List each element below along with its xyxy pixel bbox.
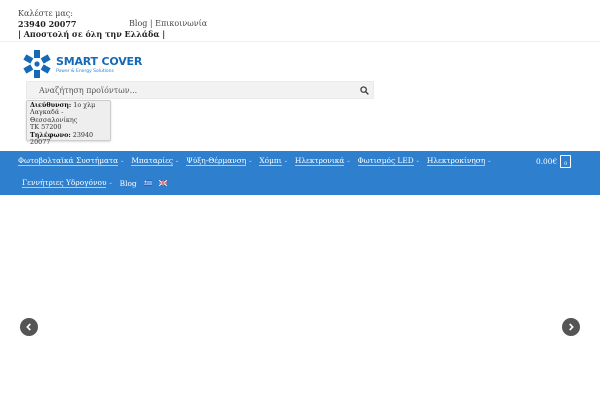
logo-name: SMART COVER: [56, 54, 143, 68]
nav-item-led-lighting[interactable]: Φωτισμός LED ⌄: [357, 156, 420, 166]
nav-item-label: Blog: [119, 178, 137, 188]
greek-flag-icon[interactable]: [143, 180, 152, 186]
search-icon: [360, 85, 369, 95]
site-logo[interactable]: SMART COVER Power & Energy Solutions: [22, 48, 158, 80]
address-box: Διεύθυνση: 1ο χλμ Λαγκαδά - Θεσσαλονίκης…: [26, 100, 111, 146]
chevron-down-icon: ⌄: [346, 158, 351, 164]
nav-item-label: Γεννήτριες Υδρογόνου: [22, 178, 107, 188]
nav-item-hydrogen-generators[interactable]: Γεννήτριες Υδρογόνου ⌄: [22, 178, 113, 188]
slider-next-button[interactable]: [562, 318, 580, 336]
chevron-left-icon: [26, 323, 31, 331]
chevron-down-icon: ⌄: [283, 158, 288, 164]
address-phone-part2: 20077: [30, 138, 51, 147]
nav-item-batteries[interactable]: Μπαταρίες ⌄: [131, 156, 179, 166]
logo-mark-icon: [23, 50, 51, 78]
nav-item-label: Ψύξη-Θέρμανση: [186, 156, 247, 166]
nav-item-blog[interactable]: Blog: [120, 179, 137, 188]
top-divider: [0, 41, 600, 42]
nav-item-label: Φωτισμός LED: [357, 156, 414, 166]
nav-item-electronics[interactable]: Ηλεκτρονικά ⌄: [294, 156, 351, 166]
contact-link[interactable]: Επικοινωνία: [155, 19, 207, 28]
chevron-down-icon: ⌄: [415, 158, 420, 164]
logo-tagline: Power & Energy Solutions: [56, 68, 114, 74]
nav-row-1: Φωτοβολταϊκά Συστήματα ⌄ Μπαταρίες ⌄ Ψύξη-…: [18, 156, 498, 166]
cart-count: 0: [564, 160, 568, 167]
address-phone-part1: 23940: [72, 130, 94, 139]
nav-item-label: Χόμπι: [259, 156, 282, 166]
search-button[interactable]: [356, 82, 373, 98]
address-line2: Λαγκαδά - Θεσσαλονίκης: [30, 108, 78, 124]
chevron-down-icon: ⌄: [175, 158, 180, 164]
shipping-notice: | Αποστολή σε όλη την Ελλάδα |: [18, 29, 166, 39]
blog-link[interactable]: Blog: [129, 19, 147, 28]
search-bar: [26, 81, 374, 99]
chevron-down-icon: ⌄: [487, 158, 492, 164]
link-separator: |: [147, 19, 156, 28]
call-label: Καλέστε μας:: [18, 9, 73, 18]
nav-item-label: Ηλεκτρονικά: [294, 156, 345, 166]
nav-item-label: Ηλεκτροκίνηση: [426, 156, 486, 166]
nav-item-label: Φωτοβολταϊκά Συστήματα: [18, 156, 119, 166]
address-line1: 1ο χλμ: [73, 101, 96, 109]
phone-number[interactable]: 23940 20077: [18, 19, 76, 29]
cart-total: 0.00€: [536, 156, 558, 166]
nav-item-cooling-heating[interactable]: Ψύξη-Θέρμανση ⌄: [186, 156, 252, 166]
search-input[interactable]: [27, 82, 357, 98]
cart-button[interactable]: 0.00€ 0: [536, 153, 572, 169]
cart-icon: 0: [560, 154, 572, 168]
chevron-down-icon: ⌄: [108, 180, 113, 186]
nav-item-label: Μπαταρίες: [131, 156, 174, 166]
nav-item-e-mobility[interactable]: Ηλεκτροκίνηση ⌄: [426, 156, 492, 166]
uk-flag-icon[interactable]: [158, 180, 167, 186]
chevron-down-icon: ⌄: [120, 158, 125, 164]
nav-item-hobby[interactable]: Χόμπι ⌄: [259, 156, 288, 166]
nav-row-2: Γεννήτριες Υδρογόνου ⌄ Blog: [22, 178, 174, 188]
chevron-right-icon: [569, 323, 574, 331]
nav-item-photovoltaics[interactable]: Φωτοβολταϊκά Συστήματα ⌄: [18, 156, 124, 166]
top-links: Blog | Επικοινωνία: [129, 19, 207, 28]
slider-prev-button[interactable]: [20, 318, 38, 336]
chevron-down-icon: ⌄: [248, 158, 253, 164]
